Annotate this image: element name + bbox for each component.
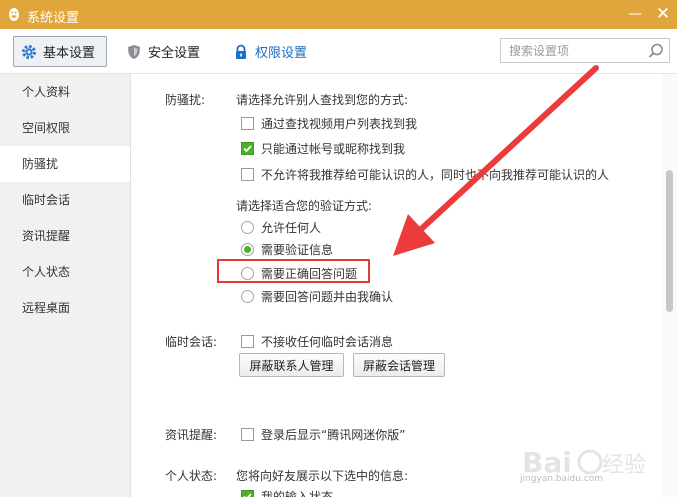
verify-option-verify-info[interactable]: 需要验证信息 <box>241 241 333 258</box>
option-label: 需要验证信息 <box>261 243 334 257</box>
verify-prompt: 请选择适合您的验证方式: <box>236 199 373 213</box>
option-label: 不允许将我推荐给可能认识的人，同时也不向我推荐可能认识的人 <box>261 168 610 182</box>
radio[interactable] <box>241 221 254 234</box>
title-bar: 系统设置 — ✕ <box>0 0 677 29</box>
section-label-news: 资讯提醒: <box>165 428 218 442</box>
checkbox-checked[interactable] <box>241 142 254 155</box>
find-option-video-list[interactable]: 通过查找视频用户列表找到我 <box>241 115 417 132</box>
tab-label: 安全设置 <box>148 46 201 61</box>
option-label: 需要回答问题并由我确认 <box>261 290 394 304</box>
option-label: 只能通过帐号或昵称找到我 <box>261 142 406 156</box>
sidebar-item-temp-session[interactable]: 临时会话 <box>0 182 130 218</box>
status-option-typing[interactable]: 我的输入状态 <box>241 488 333 497</box>
find-option-no-recommend[interactable]: 不允许将我推荐给可能认识的人，同时也不向我推荐可能认识的人 <box>241 166 609 183</box>
penguin-logo-icon <box>9 8 19 21</box>
lock-icon <box>236 44 246 59</box>
news-option-mini-news[interactable]: 登录后显示“腾讯网迷你版” <box>241 426 405 443</box>
radio[interactable] <box>241 290 254 303</box>
toolbar: 基本设置 安全设置 权限设置 <box>0 29 677 74</box>
tab-label: 权限设置 <box>255 46 308 61</box>
status-prompt: 您将向好友展示以下选中的信息: <box>236 469 409 483</box>
checkbox[interactable] <box>241 335 254 348</box>
search-box[interactable] <box>500 38 670 63</box>
section-label-status: 个人状态: <box>165 469 218 483</box>
section-label-temp-session: 临时会话: <box>165 335 218 349</box>
sidebar-item-status[interactable]: 个人状态 <box>0 254 130 290</box>
checkbox[interactable] <box>241 168 254 181</box>
checkmark-icon <box>243 493 252 497</box>
option-label: 不接收任何临时会话消息 <box>261 335 394 349</box>
tab-permission-settings[interactable]: 权限设置 <box>233 36 307 67</box>
block-contacts-button[interactable]: 屏蔽联系人管理 <box>239 353 344 377</box>
option-label: 通过查找视频用户列表找到我 <box>261 117 418 131</box>
close-button[interactable]: ✕ <box>652 4 674 24</box>
block-sessions-button[interactable]: 屏蔽会话管理 <box>353 353 445 377</box>
verify-option-answer-confirm[interactable]: 需要回答问题并由我确认 <box>241 288 393 305</box>
radio-selected[interactable] <box>241 243 254 256</box>
sidebar-item-profile[interactable]: 个人资料 <box>0 74 130 110</box>
scrollbar-thumb[interactable] <box>666 170 673 312</box>
gear-icon <box>22 44 36 59</box>
sidebar-item-anti-harass[interactable]: 防骚扰 <box>0 146 130 182</box>
tab-basic-settings[interactable]: 基本设置 <box>13 36 107 67</box>
sidebar-item-remote-desktop[interactable]: 远程桌面 <box>0 290 130 326</box>
checkbox-checked[interactable] <box>241 490 254 497</box>
radio-dot <box>244 246 251 253</box>
find-prompt: 请选择允许别人查找到您的方式: <box>236 93 409 107</box>
checkmark-icon <box>243 145 252 153</box>
checkbox[interactable] <box>241 428 254 441</box>
search-icon[interactable] <box>647 42 665 60</box>
window-title: 系统设置 <box>27 11 80 26</box>
sidebar-item-news[interactable]: 资讯提醒 <box>0 218 130 254</box>
watermark-url: jingyan.baidu.com <box>520 474 604 484</box>
option-label: 我的输入状态 <box>261 490 334 497</box>
tab-label: 基本设置 <box>43 46 96 61</box>
option-label: 登录后显示“腾讯网迷你版” <box>261 428 406 442</box>
svg-text:经验: 经验 <box>602 453 646 478</box>
tab-security-settings[interactable]: 安全设置 <box>126 36 200 67</box>
temp-option-reject-all[interactable]: 不接收任何临时会话消息 <box>241 333 393 350</box>
find-option-account-nickname[interactable]: 只能通过帐号或昵称找到我 <box>241 140 405 157</box>
shield-icon <box>128 44 140 59</box>
search-input[interactable] <box>501 39 641 62</box>
baidu-watermark-logo: Bai 经验 <box>522 446 646 479</box>
vertical-scrollbar[interactable] <box>662 74 677 497</box>
annotation-highlight-box <box>217 259 370 283</box>
minimize-button[interactable]: — <box>624 4 646 24</box>
sidebar: 个人资料 空间权限 防骚扰 临时会话 资讯提醒 个人状态 远程桌面 <box>0 74 131 497</box>
section-label-anti-harass: 防骚扰: <box>165 93 206 107</box>
sidebar-item-space-permission[interactable]: 空间权限 <box>0 110 130 146</box>
verify-option-anyone[interactable]: 允许任何人 <box>241 219 321 236</box>
option-label: 允许任何人 <box>261 221 322 235</box>
checkbox[interactable] <box>241 117 254 130</box>
